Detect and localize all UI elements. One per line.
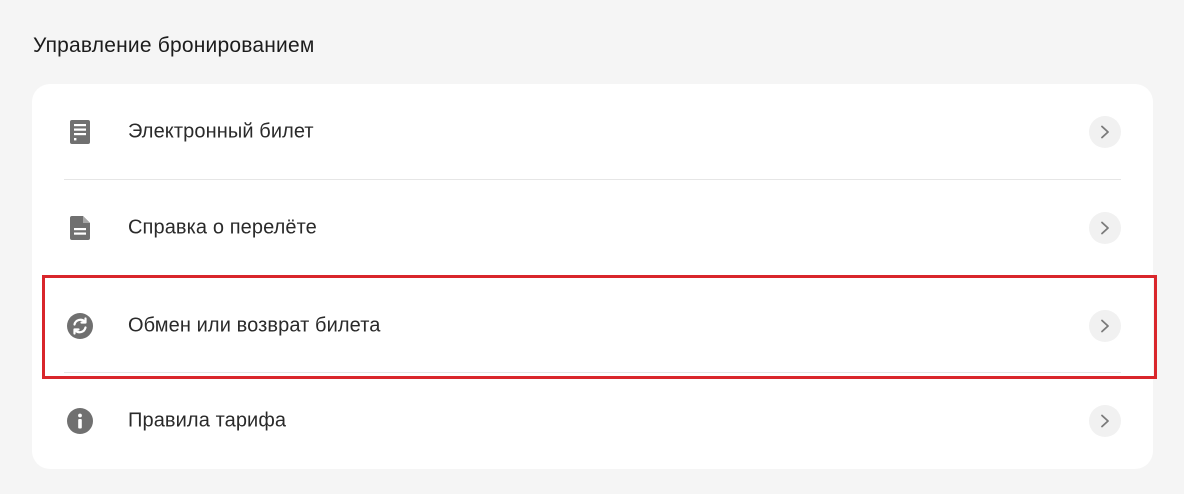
menu-item-label: Справка о перелёте xyxy=(128,216,317,239)
chevron-right-icon[interactable] xyxy=(1089,212,1121,244)
chevron-right-icon[interactable] xyxy=(1089,310,1121,342)
menu-item-label: Обмен или возврат билета xyxy=(128,314,381,337)
menu-item-e-ticket[interactable]: Электронный билет xyxy=(32,84,1153,180)
booking-management-card: Электронный билет Справка о перелёте Обм… xyxy=(32,84,1153,469)
menu-item-exchange-refund[interactable]: Обмен или возврат билета xyxy=(32,278,1153,374)
chevron-right-icon[interactable] xyxy=(1089,405,1121,437)
menu-item-fare-rules[interactable]: Правила тарифа xyxy=(32,373,1153,469)
refresh-exchange-icon xyxy=(65,311,95,341)
section-title: Управление бронированием xyxy=(33,34,315,57)
info-icon xyxy=(65,406,95,436)
menu-item-label: Электронный билет xyxy=(128,120,314,143)
chevron-right-icon[interactable] xyxy=(1089,116,1121,148)
menu-item-flight-certificate[interactable]: Справка о перелёте xyxy=(32,180,1153,276)
ticket-document-icon xyxy=(65,117,95,147)
menu-item-label: Правила тарифа xyxy=(128,409,287,432)
file-document-icon xyxy=(65,213,95,243)
